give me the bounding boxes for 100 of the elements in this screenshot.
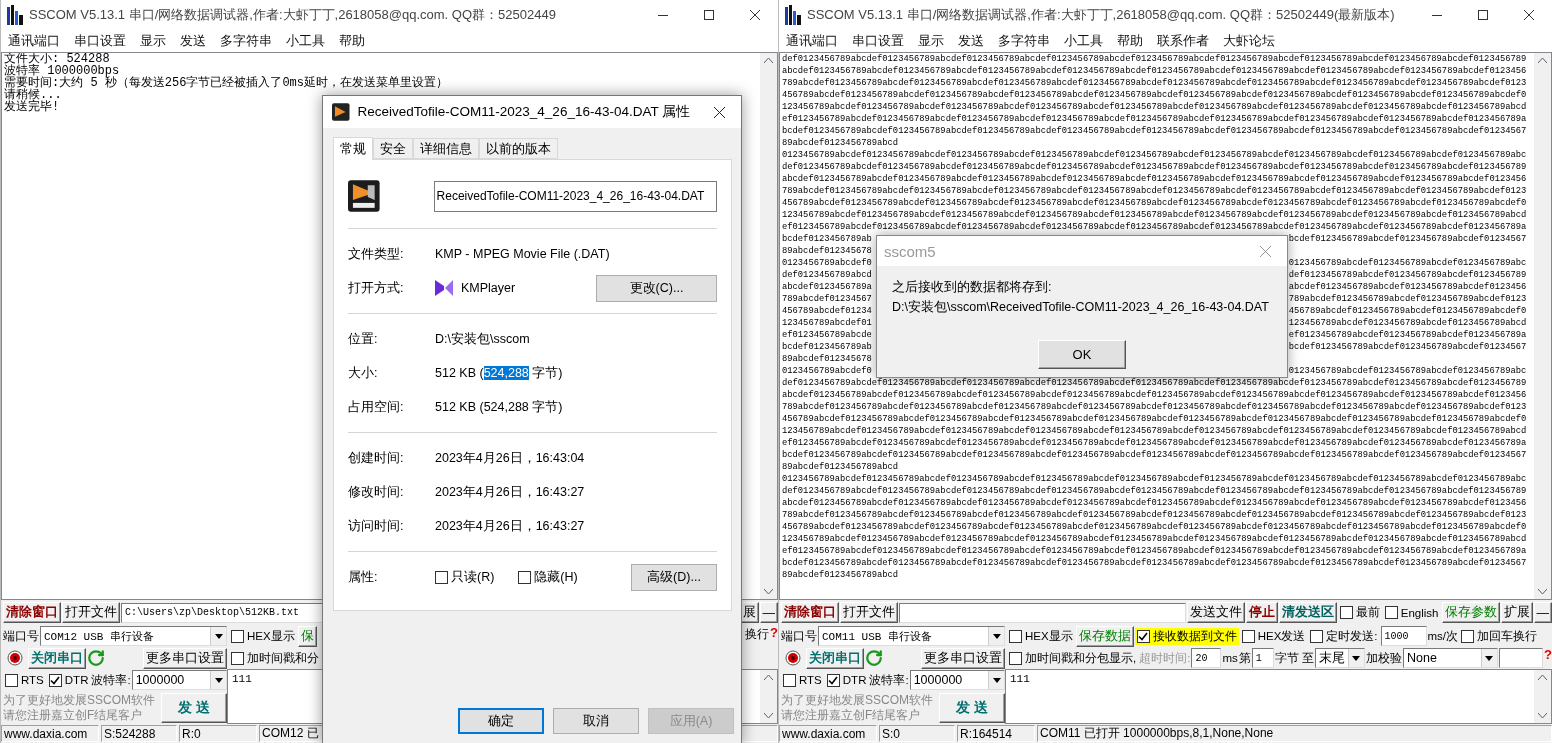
port-dropdown[interactable]: COM12 USB 串行设备 (40, 626, 227, 646)
option-checkbox[interactable]: 定时发送: (1308, 627, 1380, 645)
menu-item[interactable]: 小工具 (1057, 32, 1110, 50)
dropdown[interactable]: 末尾 (1314, 648, 1365, 668)
panel-button[interactable]: 打开文件 (62, 602, 120, 623)
log-line: 需要时间:大约 5 秒（每发送256字节已经被插入了0ms延时，在发送菜单里设置） (4, 77, 448, 89)
menu-item[interactable]: 多字符串 (991, 32, 1057, 50)
scrollbar[interactable] (760, 670, 777, 723)
input-field[interactable] (1498, 648, 1544, 668)
tab[interactable]: 常规 (333, 137, 373, 160)
menu-item[interactable]: 帮助 (332, 32, 372, 50)
option-checkbox[interactable]: 最前 (1337, 604, 1382, 621)
option-checkbox[interactable]: RTS (781, 672, 824, 688)
baud-dropdown[interactable]: 1000000 (909, 670, 1005, 690)
close-port-button[interactable]: 关闭串口 (806, 647, 864, 669)
panel-button[interactable]: 停止 (1245, 602, 1278, 623)
tab[interactable]: 以前的版本 (479, 138, 558, 159)
attribute-checkbox[interactable]: 隐藏(H) (518, 568, 578, 586)
menu-item[interactable]: 显示 (133, 32, 173, 50)
scroll-up-icon[interactable] (1538, 675, 1547, 680)
menu-item[interactable]: 发送 (951, 32, 991, 50)
scroll-up-icon[interactable] (764, 675, 773, 680)
tab[interactable]: 详细信息 (413, 138, 479, 159)
scrollbar[interactable] (1534, 53, 1551, 599)
menu-item[interactable]: 帮助 (1110, 32, 1150, 50)
scroll-down-icon[interactable] (764, 713, 773, 718)
option-checkbox[interactable]: 加时间戳和分包显示, (1007, 649, 1139, 667)
dialog-button[interactable]: 取消 (553, 708, 639, 734)
option-label: 超时时间: (1139, 650, 1191, 666)
menu-item[interactable]: 联系作者 (1150, 32, 1216, 50)
menu-item[interactable]: 大虾论坛 (1216, 32, 1282, 50)
panel-button[interactable]: 保存数据 (1075, 625, 1134, 647)
menu-item[interactable]: 串口设置 (845, 32, 911, 50)
menu-item[interactable]: 通讯端口 (779, 32, 845, 50)
input-field[interactable]: 20 (1191, 648, 1222, 668)
panel-button[interactable]: 清除窗口 (781, 602, 839, 623)
file-name-field[interactable]: ReceivedTofile-COM11-2023_4_26_16-43-04.DAT (433, 180, 717, 212)
field-value: 2023年4月26日，16:43:27 (435, 483, 585, 501)
more-settings-button[interactable]: 更多串口设置 (921, 647, 1005, 669)
change-button[interactable]: 更改(C)... (596, 274, 717, 302)
maximize-icon[interactable] (1478, 10, 1488, 20)
close-icon[interactable] (750, 10, 760, 20)
minimize-icon[interactable] (1432, 14, 1442, 16)
close-icon[interactable] (1524, 10, 1534, 20)
menu-item[interactable]: 通讯端口 (1, 32, 67, 50)
panel-button[interactable]: 保 (297, 625, 317, 647)
close-port-button[interactable]: 关闭串口 (28, 647, 86, 669)
scrollbar[interactable] (1534, 670, 1551, 723)
refresh-icon[interactable] (865, 649, 883, 667)
option-checkbox[interactable]: HEX显示 (229, 627, 297, 645)
dropdown[interactable]: None (1402, 648, 1498, 668)
send-button[interactable]: 发 送 (161, 692, 227, 723)
help-mark[interactable]: ? (1544, 649, 1552, 661)
menu-item[interactable]: 串口设置 (67, 32, 133, 50)
maximize-icon[interactable] (704, 10, 714, 20)
scroll-down-icon[interactable] (764, 589, 773, 594)
scroll-down-icon[interactable] (1538, 589, 1547, 594)
scrollbar[interactable] (760, 53, 777, 599)
input-field[interactable] (899, 602, 1186, 623)
refresh-icon[interactable] (87, 649, 105, 667)
more-settings-button[interactable]: 更多串口设置 (143, 647, 227, 669)
menu-item[interactable]: 多字符串 (213, 32, 279, 50)
option-checkbox[interactable]: DTR (46, 672, 91, 688)
panel-button[interactable]: 清除窗口 (3, 602, 61, 623)
send-button[interactable]: 发 送 (939, 692, 1005, 723)
baud-label: 波特率: (869, 672, 909, 688)
panel-button[interactable]: 发送文件 (1186, 602, 1245, 623)
help-mark[interactable]: ? (770, 627, 778, 639)
scroll-down-icon[interactable] (1538, 713, 1547, 718)
option-checkbox[interactable]: English (1382, 605, 1441, 620)
field-value: D:\安装包\sscom (435, 330, 530, 348)
dialog-button[interactable]: 确定 (458, 708, 544, 734)
option-checkbox[interactable]: HEX显示 (1007, 627, 1075, 645)
advanced-button[interactable]: 高级(D)... (631, 563, 717, 591)
option-checkbox[interactable]: RTS (3, 672, 46, 688)
option-checkbox[interactable]: 接收数据到文件 (1134, 627, 1239, 645)
option-checkbox[interactable]: 加回车换行 (1459, 627, 1540, 645)
input-field[interactable]: 1 (1251, 648, 1274, 668)
option-checkbox[interactable]: HEX发送 (1239, 627, 1308, 645)
menu-item[interactable]: 发送 (173, 32, 213, 50)
option-checkbox[interactable]: DTR (824, 672, 869, 688)
menu-item[interactable]: 显示 (911, 32, 951, 50)
panel-button[interactable]: 打开文件 (840, 602, 898, 623)
input-field[interactable]: 1000 (1380, 626, 1427, 646)
menu-item[interactable]: 小工具 (279, 32, 332, 50)
ok-button[interactable]: OK (1038, 340, 1126, 369)
port-dropdown[interactable]: COM11 USB 串行设备 (818, 626, 1005, 646)
minimize-icon[interactable] (658, 14, 668, 16)
attribute-checkbox[interactable]: 只读(R) (435, 568, 495, 586)
panel-button[interactable]: — (1533, 602, 1552, 623)
panel-button[interactable]: 保存参数 (1441, 602, 1500, 623)
panel-button[interactable]: 清发送区 (1278, 602, 1337, 623)
close-icon[interactable] (714, 106, 726, 118)
baud-dropdown[interactable]: 1000000 (131, 670, 227, 690)
panel-button[interactable]: 扩展 (1500, 602, 1533, 623)
scroll-up-icon[interactable] (1538, 58, 1547, 63)
option-checkbox[interactable]: 加时间戳和分 (229, 649, 321, 667)
panel-button[interactable]: — (759, 602, 778, 623)
tab[interactable]: 安全 (373, 138, 413, 159)
scroll-up-icon[interactable] (764, 58, 773, 63)
